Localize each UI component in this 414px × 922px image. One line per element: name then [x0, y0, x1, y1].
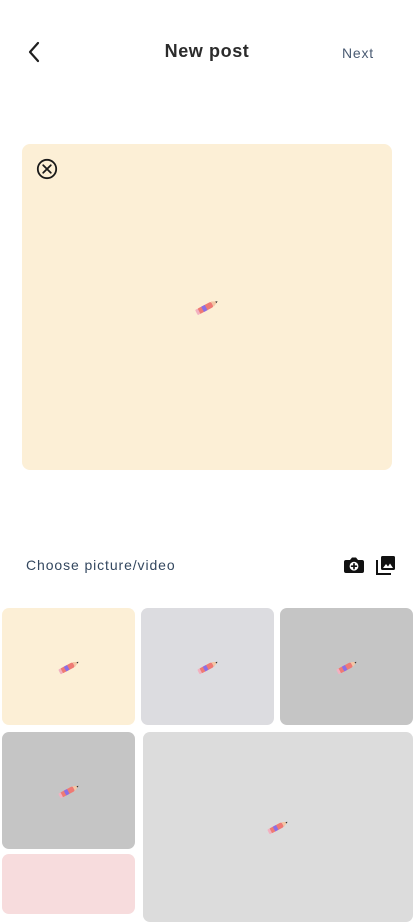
next-button[interactable]: Next	[342, 45, 374, 61]
media-tile[interactable]	[2, 854, 135, 914]
choose-media-row: Choose picture/video	[26, 552, 398, 578]
pencil-icon	[267, 821, 288, 835]
media-tile[interactable]	[143, 732, 413, 922]
close-circle-icon	[36, 158, 58, 180]
camera-button[interactable]	[342, 553, 366, 577]
pencil-icon	[58, 785, 79, 798]
pencil-icon	[336, 661, 357, 674]
media-tile[interactable]	[141, 608, 274, 725]
remove-media-button[interactable]	[36, 158, 58, 180]
media-tile[interactable]	[2, 732, 135, 849]
gallery-button[interactable]	[374, 553, 398, 577]
media-tile[interactable]	[2, 608, 135, 725]
top-bar: New post Next	[0, 0, 414, 106]
gallery-icon	[376, 556, 395, 575]
pencil-icon	[195, 301, 218, 315]
pencil-icon	[58, 661, 79, 674]
media-tile[interactable]	[280, 608, 413, 725]
choose-media-label: Choose picture/video	[26, 557, 176, 573]
media-preview	[22, 144, 392, 470]
pencil-icon	[197, 661, 218, 674]
camera-add-icon	[344, 557, 364, 573]
